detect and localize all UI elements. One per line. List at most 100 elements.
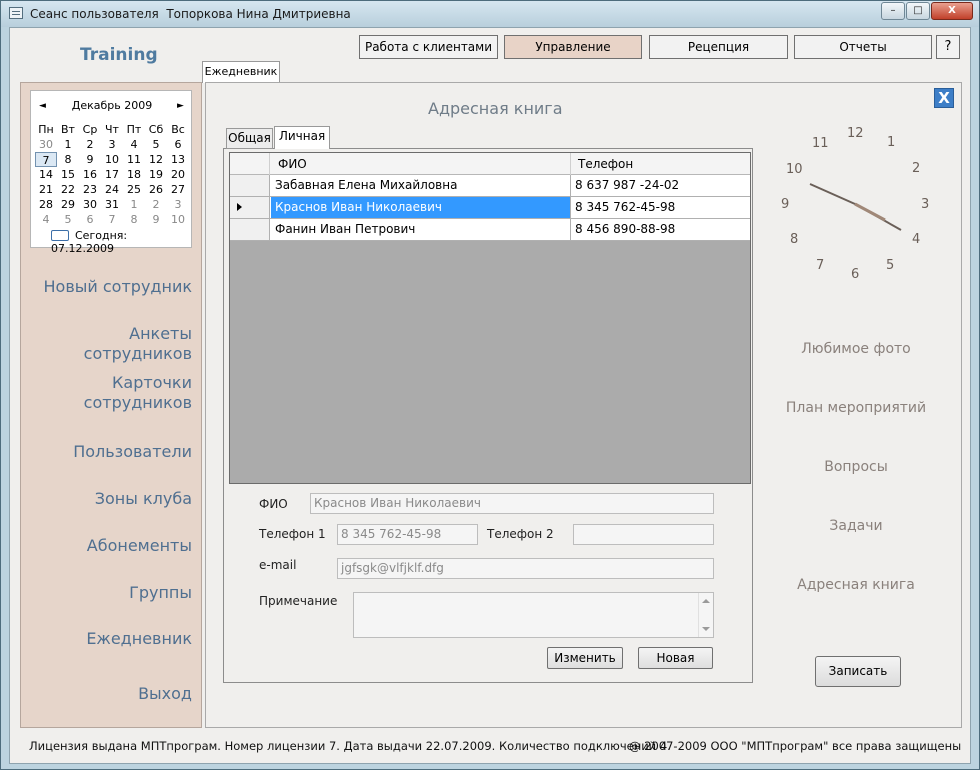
- help-button[interactable]: ?: [936, 35, 960, 59]
- calendar-next-icon[interactable]: ►: [177, 101, 184, 111]
- license-status: Лицензия выдана МПТпрограм. Номер лиценз…: [29, 739, 671, 753]
- close-window-button[interactable]: X: [931, 2, 973, 20]
- calendar-day[interactable]: 6: [167, 137, 189, 152]
- column-header-fio[interactable]: ФИО: [278, 157, 307, 171]
- calendar-day[interactable]: 1: [57, 137, 79, 152]
- link-address-book[interactable]: Адресная книга: [770, 577, 942, 593]
- calendar-day[interactable]: 7: [35, 152, 57, 167]
- cell-phone[interactable]: 8 456 890-88-98: [570, 219, 750, 240]
- calendar-day[interactable]: 25: [123, 182, 145, 197]
- calendar-day[interactable]: 28: [35, 197, 57, 212]
- second-hand: [854, 202, 886, 222]
- calendar-day[interactable]: 14: [35, 167, 57, 182]
- nav-reports-button[interactable]: Отчеты: [794, 35, 932, 59]
- cell-name[interactable]: Фанин Иван Петрович: [271, 219, 570, 240]
- nav-clients-button[interactable]: Работа с клиентами: [359, 35, 498, 59]
- cell-name[interactable]: Забавная Елена Михайловна: [271, 175, 570, 196]
- sidebar-item-groups[interactable]: Группы: [22, 583, 192, 603]
- calendar-day[interactable]: 19: [145, 167, 167, 182]
- calendar-day[interactable]: 18: [123, 167, 145, 182]
- clock-number: 2: [912, 161, 921, 176]
- calendar-day[interactable]: 9: [145, 212, 167, 227]
- link-questions[interactable]: Вопросы: [770, 459, 942, 475]
- scroll-down-icon[interactable]: [702, 627, 710, 631]
- column-header-phone[interactable]: Телефон: [578, 157, 633, 171]
- calendar-day[interactable]: 8: [123, 212, 145, 227]
- calendar-day[interactable]: 11: [123, 152, 145, 167]
- calendar-day[interactable]: 26: [145, 182, 167, 197]
- table-row[interactable]: Забавная Елена Михайловна 8 637 987 -24-…: [230, 175, 750, 197]
- edit-button[interactable]: Изменить: [547, 647, 623, 669]
- calendar-day[interactable]: 17: [101, 167, 123, 182]
- scroll-up-icon[interactable]: [702, 599, 710, 603]
- link-events-plan[interactable]: План мероприятий: [770, 400, 942, 416]
- tab-general[interactable]: Общая: [226, 128, 273, 149]
- calendar-day[interactable]: 5: [145, 137, 167, 152]
- calendar-day[interactable]: 30: [79, 197, 101, 212]
- calendar-day[interactable]: 15: [57, 167, 79, 182]
- save-button[interactable]: Записать: [815, 656, 901, 687]
- hour-hand: [809, 183, 856, 205]
- table-row[interactable]: Фанин Иван Петрович 8 456 890-88-98: [230, 219, 750, 241]
- sidebar-item-club-zones[interactable]: Зоны клуба: [22, 489, 192, 509]
- sidebar-item-employee-forms[interactable]: Анкеты сотрудников: [22, 324, 192, 364]
- email-field[interactable]: jgfsgk@vlfjklf.dfg: [337, 558, 714, 579]
- sidebar-item-subscriptions[interactable]: Абонементы: [22, 536, 192, 556]
- new-button[interactable]: Новая: [638, 647, 713, 669]
- note-field[interactable]: [353, 592, 714, 638]
- calendar-day[interactable]: 5: [57, 212, 79, 227]
- fio-field[interactable]: Краснов Иван Николаевич: [310, 493, 714, 514]
- table-row[interactable]: Краснов Иван Николаевич 8 345 762-45-98: [230, 197, 750, 219]
- calendar-day[interactable]: 3: [101, 137, 123, 152]
- calendar-day[interactable]: 29: [57, 197, 79, 212]
- calendar-today[interactable]: Сегодня: 07.12.2009: [51, 229, 191, 255]
- sidebar-item-users[interactable]: Пользователи: [22, 442, 192, 462]
- close-panel-button[interactable]: X: [934, 88, 954, 108]
- sidebar-item-diary[interactable]: Ежедневник: [22, 629, 192, 649]
- calendar-day[interactable]: 12: [145, 152, 167, 167]
- nav-reception-button[interactable]: Рецепция: [649, 35, 788, 59]
- calendar-day[interactable]: 3: [167, 197, 189, 212]
- phone1-field[interactable]: 8 345 762-45-98: [337, 524, 478, 545]
- tab-personal[interactable]: Личная: [274, 126, 330, 149]
- cell-phone[interactable]: 8 637 987 -24-02: [570, 175, 750, 196]
- maximize-button[interactable]: □: [906, 2, 930, 20]
- calendar-day[interactable]: 6: [79, 212, 101, 227]
- calendar-weekday: Пт: [126, 123, 142, 136]
- calendar-day[interactable]: 2: [145, 197, 167, 212]
- minimize-button[interactable]: –: [881, 2, 905, 20]
- clock-number: 6: [851, 267, 860, 282]
- calendar-day[interactable]: 22: [57, 182, 79, 197]
- calendar-day[interactable]: 31: [101, 197, 123, 212]
- calendar-day[interactable]: 2: [79, 137, 101, 152]
- link-tasks[interactable]: Задачи: [770, 518, 942, 534]
- sidebar-item-employee-cards[interactable]: Карточки сотрудников: [22, 373, 192, 413]
- calendar-day[interactable]: 16: [79, 167, 101, 182]
- calendar-day[interactable]: 1: [123, 197, 145, 212]
- calendar-day[interactable]: 23: [79, 182, 101, 197]
- calendar-day[interactable]: 24: [101, 182, 123, 197]
- calendar-day[interactable]: 30: [35, 137, 57, 152]
- calendar-day[interactable]: 9: [79, 152, 101, 167]
- calendar-weekday: Ср: [82, 123, 98, 136]
- sidebar-item-new-employee[interactable]: Новый сотрудник: [22, 277, 192, 297]
- note-scrollbar[interactable]: [698, 593, 713, 637]
- calendar-day[interactable]: 20: [167, 167, 189, 182]
- calendar-day[interactable]: 7: [101, 212, 123, 227]
- calendar-day[interactable]: 10: [101, 152, 123, 167]
- calendar-day[interactable]: 4: [35, 212, 57, 227]
- calendar-month[interactable]: Декабрь 2009: [31, 99, 193, 112]
- calendar-day[interactable]: 8: [57, 152, 79, 167]
- calendar-day[interactable]: 4: [123, 137, 145, 152]
- link-favorite-photo[interactable]: Любимое фото: [770, 341, 942, 357]
- calendar-day[interactable]: 10: [167, 212, 189, 227]
- cell-phone[interactable]: 8 345 762-45-98: [570, 197, 750, 218]
- calendar-day[interactable]: 13: [167, 152, 189, 167]
- sidebar-item-exit[interactable]: Выход: [22, 684, 192, 704]
- cell-name[interactable]: Краснов Иван Николаевич: [271, 197, 570, 218]
- phone2-field[interactable]: [573, 524, 714, 545]
- calendar-day[interactable]: 27: [167, 182, 189, 197]
- calendar-day[interactable]: 21: [35, 182, 57, 197]
- nav-management-button[interactable]: Управление: [504, 35, 642, 59]
- tab-diary[interactable]: Ежедневник: [202, 61, 280, 83]
